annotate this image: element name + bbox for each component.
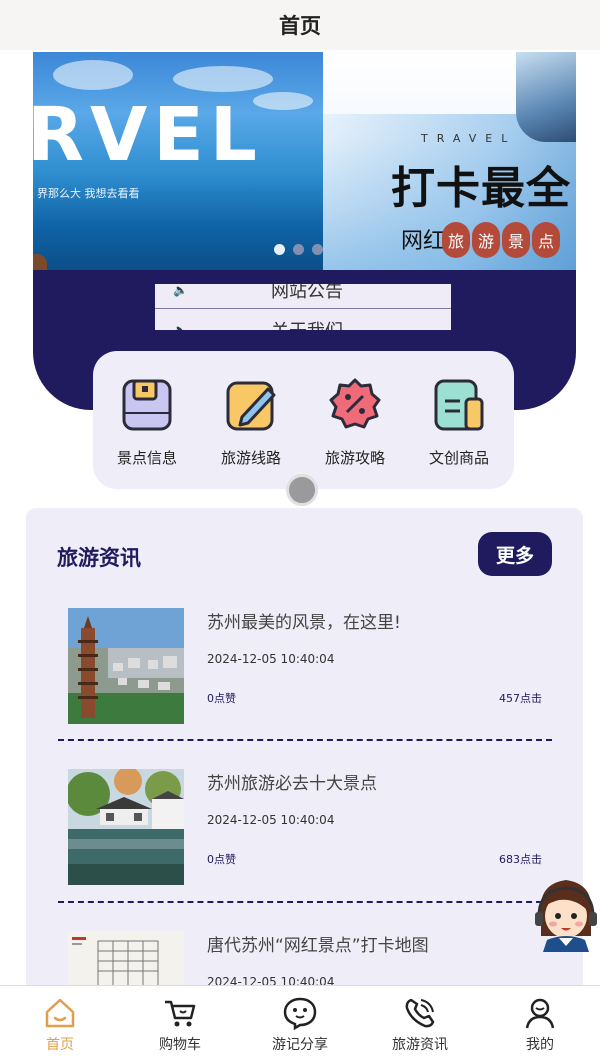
customer-service-avatar[interactable] — [533, 876, 599, 952]
notice-item[interactable]: 🔈 关于我们 — [155, 316, 451, 330]
notice-label: 网站公告 — [271, 284, 343, 302]
tab-label: 我的 — [526, 1037, 554, 1053]
news-thumbnail[interactable] — [68, 931, 184, 988]
news-section-title: 旅游资讯 — [57, 546, 141, 570]
news-item-likes: 0点赞 — [207, 853, 236, 866]
carousel-dot[interactable] — [274, 244, 285, 255]
banner-seal: 景 — [502, 222, 530, 258]
tab-travel-news[interactable]: 旅游资讯 — [360, 986, 480, 1060]
notice-scroller[interactable]: 🔈 网站公告 🔈 关于我们 — [155, 284, 451, 330]
banner-title: 打卡最全 — [391, 163, 571, 214]
pencil-note-icon — [226, 381, 276, 431]
news-item[interactable]: 苏州旅游必去十大景点 2024-12-05 10:40:04 0点赞 683点击 — [68, 769, 546, 885]
more-button[interactable]: 更多 — [478, 532, 552, 576]
banner-slide-checkin[interactable]: TRAVEL 打卡最全 网红 旅 游 景 点 — [323, 52, 576, 270]
home-icon — [45, 998, 75, 1028]
news-item-title[interactable]: 苏州旅游必去十大景点 — [207, 769, 377, 794]
chat-bubble-icon — [283, 997, 317, 1030]
banner-caption: 界那么大 我想去看看 — [37, 187, 140, 200]
banner-seal: 旅 — [442, 222, 470, 258]
speaker-icon: 🔈 — [173, 323, 188, 330]
tab-home[interactable]: 首页 — [0, 986, 120, 1060]
category-label: 旅游线路 — [220, 449, 281, 467]
category-card: 景点信息 旅游线路 旅游攻略 文创商品 — [93, 351, 514, 489]
cart-icon — [165, 1000, 196, 1027]
carousel-dot[interactable] — [312, 244, 323, 255]
notice-label: 关于我们 — [193, 317, 451, 330]
banner-seal: 游 — [472, 222, 500, 258]
banner-slide-sea[interactable]: RVEL 界那么大 我想去看看 — [33, 52, 323, 270]
category-scenic-info[interactable]: 景点信息 — [97, 377, 197, 468]
news-item[interactable]: 苏州最美的风景，在这里! 2024-12-05 10:40:04 0点赞 457… — [68, 608, 546, 724]
news-item-title[interactable]: 唐代苏州“网红景点”打卡地图 — [207, 931, 429, 956]
news-section: 旅游资讯 更多 苏州最美的风景，在这里! 2024-12-05 10:40:04… — [26, 508, 583, 989]
banner-prefix: 网红 — [401, 229, 446, 254]
tab-travel-notes[interactable]: 游记分享 — [240, 986, 360, 1060]
news-item-likes: 0点赞 — [207, 692, 236, 705]
phone-icon — [405, 998, 435, 1028]
tab-label: 旅游资讯 — [392, 1037, 448, 1053]
carousel-indicators — [274, 244, 323, 255]
news-item-date: 2024-12-05 10:40:04 — [207, 813, 335, 827]
tab-profile[interactable]: 我的 — [480, 986, 600, 1060]
news-divider — [58, 901, 552, 903]
carousel-dot[interactable] — [293, 244, 304, 255]
folder-icon — [122, 379, 172, 431]
category-label: 景点信息 — [116, 449, 177, 467]
notice-item[interactable]: 🔈 网站公告 — [155, 284, 451, 304]
top-bar: 首页 — [0, 0, 600, 50]
discount-badge-icon — [329, 378, 381, 429]
category-cultural-products[interactable]: 文创商品 — [409, 377, 509, 468]
speaker-icon: 🔈 — [173, 284, 188, 297]
tab-label: 游记分享 — [272, 1037, 328, 1053]
user-icon — [525, 998, 555, 1029]
banner-carousel[interactable]: RVEL 界那么大 我想去看看 TRAVEL 打卡最全 网红 旅 游 景 点 — [33, 52, 576, 270]
document-icon — [434, 379, 484, 431]
banner-eyebrow: TRAVEL — [421, 132, 517, 145]
banner-headline: RVEL — [33, 92, 263, 178]
news-item-views: 457点击 — [499, 692, 542, 705]
bottom-tab-bar: 首页 购物车 游记分享 旅游资讯 我的 — [0, 985, 600, 1060]
news-item-date: 2024-12-05 10:40:04 — [207, 652, 335, 666]
news-thumbnail[interactable] — [68, 769, 184, 885]
news-divider — [58, 739, 552, 741]
news-thumbnail[interactable] — [68, 608, 184, 724]
category-label: 文创商品 — [428, 449, 489, 467]
scroll-indicator[interactable] — [286, 474, 318, 506]
tab-label: 购物车 — [159, 1037, 201, 1053]
category-travel-guides[interactable]: 旅游攻略 — [305, 377, 405, 468]
news-item-views: 683点击 — [499, 853, 542, 866]
news-item-title[interactable]: 苏州最美的风景，在这里! — [207, 608, 401, 633]
category-travel-routes[interactable]: 旅游线路 — [201, 377, 301, 468]
banner-seal: 点 — [532, 222, 560, 258]
tab-cart[interactable]: 购物车 — [120, 986, 240, 1060]
page-title: 首页 — [279, 14, 321, 38]
category-label: 旅游攻略 — [324, 449, 385, 467]
tab-label: 首页 — [46, 1037, 74, 1053]
